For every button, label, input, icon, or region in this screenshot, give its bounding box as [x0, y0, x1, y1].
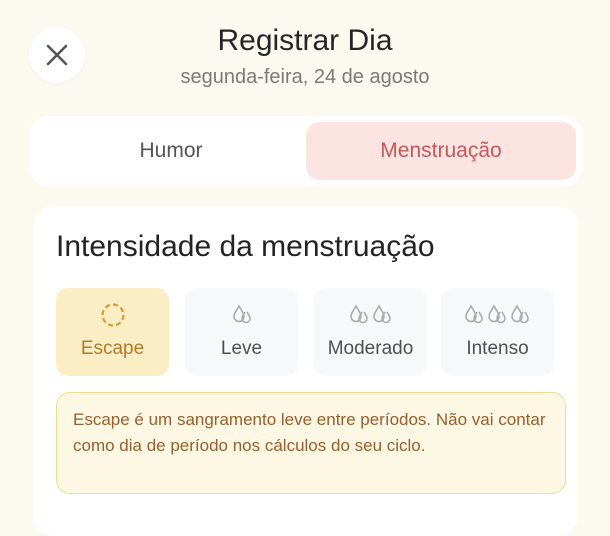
flow-option-label: Escape	[80, 338, 145, 359]
drop-icon	[348, 302, 394, 328]
dashed-circle-icon	[100, 302, 126, 328]
flow-option-intenso[interactable]: Intenso	[441, 288, 554, 376]
page-date: segunda-feira, 24 de agosto	[180, 66, 430, 88]
section-title: Intensidade da menstruação	[56, 230, 435, 263]
drop-icon	[231, 302, 253, 328]
tab-bar: Humor Menstruação	[30, 116, 582, 186]
drop-icon	[463, 302, 533, 328]
info-box: Escape é um sangramento leve entre perío…	[56, 392, 566, 494]
flow-card: Intensidade da menstruação Escape Leve M…	[34, 206, 578, 536]
flow-option-label: Intenso	[466, 338, 529, 359]
flow-option-escape[interactable]: Escape	[56, 288, 169, 376]
page-title: Registrar Dia	[217, 24, 393, 57]
flow-option-label: Moderado	[327, 338, 414, 359]
flow-option-label: Leve	[220, 338, 263, 359]
flow-option-leve[interactable]: Leve	[185, 288, 298, 376]
tab-humor[interactable]: Humor	[36, 122, 306, 180]
flow-option-moderado[interactable]: Moderado	[314, 288, 427, 376]
tab-menstruacao[interactable]: Menstruação	[306, 122, 576, 180]
